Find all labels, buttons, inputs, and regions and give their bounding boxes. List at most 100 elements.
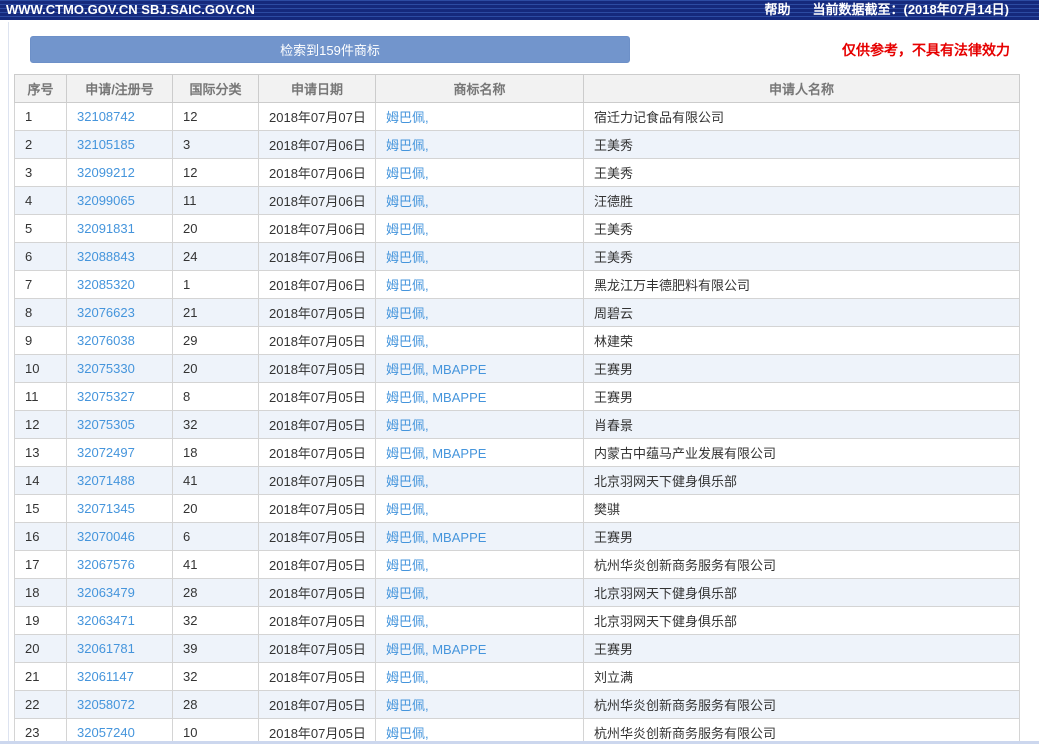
cell-applicant: 王赛男 [583, 354, 1020, 383]
registration-number-link[interactable]: 32105185 [77, 137, 135, 152]
cell-reg-no: 32108742 [66, 102, 173, 131]
cell-applicant: 肖春景 [583, 410, 1020, 439]
cell-reg-no: 32061147 [66, 662, 173, 691]
cell-mark: 姆巴佩, [375, 606, 584, 635]
col-header-reg-no: 申请/注册号 [66, 74, 173, 103]
registration-number-link[interactable]: 32075330 [77, 361, 135, 376]
cell-reg-no: 32105185 [66, 130, 173, 159]
trademark-name-link[interactable]: 姆巴佩, [386, 502, 429, 517]
registration-number-link[interactable]: 32072497 [77, 445, 135, 460]
cell-seq: 13 [14, 438, 67, 467]
table-row: 13 32072497 18 2018年07月05日 姆巴佩, MBAPPE 内蒙古中蕴马… [14, 438, 1020, 467]
cell-date: 2018年07月05日 [258, 354, 376, 383]
trademark-name-link[interactable]: 姆巴佩, MBAPPE [386, 390, 486, 405]
registration-number-link[interactable]: 32076623 [77, 305, 135, 320]
trademark-name-link[interactable]: 姆巴佩, [386, 586, 429, 601]
registration-number-link[interactable]: 32058072 [77, 697, 135, 712]
results-count-button[interactable]: 检索到159件商标 [30, 36, 630, 63]
registration-number-link[interactable]: 32071345 [77, 501, 135, 516]
registration-number-link[interactable]: 32075305 [77, 417, 135, 432]
trademark-name-link[interactable]: 姆巴佩, [386, 138, 429, 153]
cell-applicant: 杭州华炎创新商务服务有限公司 [583, 550, 1020, 579]
cell-reg-no: 32076623 [66, 298, 173, 327]
trademark-name-link[interactable]: 姆巴佩, [386, 250, 429, 265]
table-row: 2 32105185 3 2018年07月06日 姆巴佩, 王美秀 [14, 130, 1020, 159]
cell-date: 2018年07月06日 [258, 270, 376, 299]
cell-date: 2018年07月06日 [258, 158, 376, 187]
table-row: 3 32099212 12 2018年07月06日 姆巴佩, 王美秀 [14, 158, 1020, 187]
trademark-name-link[interactable]: 姆巴佩, MBAPPE [386, 446, 486, 461]
registration-number-link[interactable]: 32070046 [77, 529, 135, 544]
trademark-name-link[interactable]: 姆巴佩, [386, 474, 429, 489]
cell-date: 2018年07月05日 [258, 634, 376, 663]
registration-number-link[interactable]: 32075327 [77, 389, 135, 404]
cell-date: 2018年07月05日 [258, 410, 376, 439]
table-row: 4 32099065 11 2018年07月06日 姆巴佩, 汪德胜 [14, 186, 1020, 215]
trademark-name-link[interactable]: 姆巴佩, [386, 418, 429, 433]
trademark-name-link[interactable]: 姆巴佩, [386, 670, 429, 685]
cell-date: 2018年07月06日 [258, 242, 376, 271]
registration-number-link[interactable]: 32057240 [77, 725, 135, 740]
cell-seq: 19 [14, 606, 67, 635]
trademark-name-link[interactable]: 姆巴佩, [386, 194, 429, 209]
top-bar: WWW.CTMO.GOV.CN SBJ.SAIC.GOV.CN 帮助 当前数据截… [0, 0, 1039, 20]
trademark-name-link[interactable]: 姆巴佩, [386, 110, 429, 125]
trademark-name-link[interactable]: 姆巴佩, [386, 306, 429, 321]
cell-seq: 17 [14, 550, 67, 579]
cell-reg-no: 32075330 [66, 354, 173, 383]
cell-mark: 姆巴佩, [375, 102, 584, 131]
cell-date: 2018年07月06日 [258, 186, 376, 215]
cell-class: 6 [172, 522, 259, 551]
registration-number-link[interactable]: 32061147 [77, 669, 134, 684]
trademark-name-link[interactable]: 姆巴佩, [386, 614, 429, 629]
registration-number-link[interactable]: 32063479 [77, 585, 135, 600]
trademark-name-link[interactable]: 姆巴佩, MBAPPE [386, 530, 486, 545]
cell-seq: 8 [14, 298, 67, 327]
topbar-right-group: 帮助 当前数据截至：(2018年07月14日) [764, 0, 1009, 20]
help-link[interactable]: 帮助 [764, 0, 790, 20]
trademark-name-link[interactable]: 姆巴佩, [386, 558, 429, 573]
table-row: 7 32085320 1 2018年07月06日 姆巴佩, 黑龙江万丰德肥料有限公司 [14, 270, 1020, 299]
cell-applicant: 樊骐 [583, 494, 1020, 523]
cell-date: 2018年07月05日 [258, 522, 376, 551]
cell-mark: 姆巴佩, [375, 158, 584, 187]
registration-number-link[interactable]: 32085320 [77, 277, 135, 292]
trademark-name-link[interactable]: 姆巴佩, MBAPPE [386, 642, 486, 657]
table-row: 16 32070046 6 2018年07月05日 姆巴佩, MBAPPE 王赛男 [14, 522, 1020, 551]
trademark-name-link[interactable]: 姆巴佩, MBAPPE [386, 362, 486, 377]
trademark-name-link[interactable]: 姆巴佩, [386, 698, 429, 713]
registration-number-link[interactable]: 32061781 [77, 641, 135, 656]
cell-class: 28 [172, 578, 259, 607]
cell-class: 18 [172, 438, 259, 467]
col-header-mark: 商标名称 [375, 74, 584, 103]
trademark-name-link[interactable]: 姆巴佩, [386, 166, 429, 181]
cell-applicant: 黑龙江万丰德肥料有限公司 [583, 270, 1020, 299]
trademark-name-link[interactable]: 姆巴佩, [386, 278, 429, 293]
cell-reg-no: 32063471 [66, 606, 173, 635]
left-guide-line [8, 22, 9, 744]
registration-number-link[interactable]: 32076038 [77, 333, 135, 348]
cell-seq: 5 [14, 214, 67, 243]
trademark-name-link[interactable]: 姆巴佩, [386, 726, 429, 741]
registration-number-link[interactable]: 32067576 [77, 557, 135, 572]
registration-number-link[interactable]: 32091831 [77, 221, 135, 236]
trademark-name-link[interactable]: 姆巴佩, [386, 222, 429, 237]
cell-date: 2018年07月05日 [258, 550, 376, 579]
registration-number-link[interactable]: 32088843 [77, 249, 135, 264]
cell-date: 2018年07月05日 [258, 690, 376, 719]
cell-applicant: 王美秀 [583, 242, 1020, 271]
cell-seq: 15 [14, 494, 67, 523]
trademark-name-link[interactable]: 姆巴佩, [386, 334, 429, 349]
registration-number-link[interactable]: 32071488 [77, 473, 135, 488]
registration-number-link[interactable]: 32099212 [77, 165, 135, 180]
cell-date: 2018年07月06日 [258, 214, 376, 243]
cell-class: 12 [172, 102, 259, 131]
cell-class: 8 [172, 382, 259, 411]
cell-applicant: 杭州华炎创新商务服务有限公司 [583, 690, 1020, 719]
cell-applicant: 王美秀 [583, 214, 1020, 243]
table-header-row: 序号 申请/注册号 国际分类 申请日期 商标名称 申请人名称 [14, 74, 1020, 103]
registration-number-link[interactable]: 32099065 [77, 193, 135, 208]
registration-number-link[interactable]: 32063471 [77, 613, 135, 628]
registration-number-link[interactable]: 32108742 [77, 109, 135, 124]
table-row: 21 32061147 32 2018年07月05日 姆巴佩, 刘立满 [14, 662, 1020, 691]
